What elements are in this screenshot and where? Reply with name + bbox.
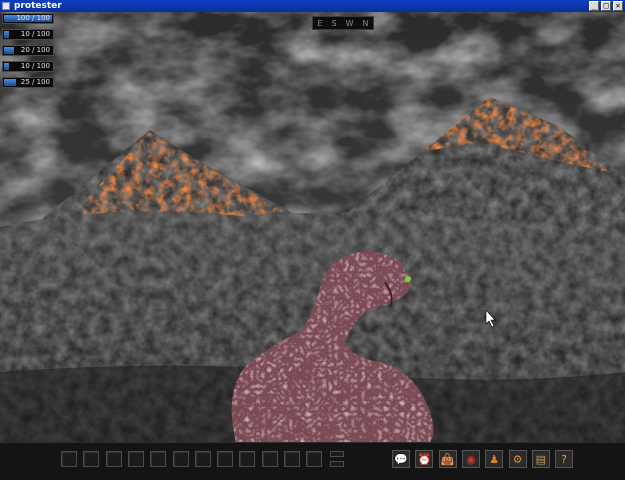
clock-icon: ⏰ (417, 452, 432, 466)
hotbar-slot[interactable] (284, 451, 300, 467)
stat-bar-2: 10 / 100 (2, 29, 54, 40)
settings-button[interactable]: ⚙ (508, 450, 527, 468)
hotbar-slot[interactable] (306, 451, 323, 467)
stat-bar-label: 10 / 100 (20, 30, 50, 38)
settings-icon: ⚙ (512, 452, 523, 466)
stat-bar-3: 20 / 100 (2, 45, 54, 56)
game-viewport[interactable] (0, 12, 625, 442)
stat-bar-label: 20 / 100 (20, 46, 50, 54)
compass-east: E (317, 18, 323, 28)
hotbar-page-up[interactable] (330, 451, 344, 457)
map-icon: ▤ (535, 452, 546, 466)
window-title: protester (14, 1, 62, 11)
hotbar-slot[interactable] (105, 451, 122, 467)
minimize-button[interactable]: _ (589, 1, 599, 11)
stat-bar-label: 100 / 100 (16, 14, 50, 22)
app-icon (2, 2, 10, 10)
compass-south: S (331, 18, 337, 28)
clock-button[interactable]: ⏰ (415, 450, 434, 468)
hotbar-slot[interactable] (127, 451, 144, 467)
stat-bar-4: 10 / 100 (2, 61, 54, 72)
chat-icon: 💬 (394, 452, 408, 466)
stat-bar-label: 25 / 100 (20, 78, 50, 86)
hotbar-slot[interactable] (61, 451, 77, 467)
compass: E S W N (312, 16, 374, 30)
help-button[interactable]: ? (555, 450, 574, 468)
hotbar-slot[interactable] (261, 451, 278, 467)
hotbar-page-down[interactable] (330, 461, 344, 467)
window-titlebar: protester _ □ ✕ (0, 0, 625, 12)
stat-bar-5: 25 / 100 (2, 77, 54, 88)
close-button[interactable]: ✕ (613, 1, 623, 11)
compass-north: N (362, 18, 369, 28)
hotbar-slot[interactable] (172, 451, 189, 467)
maximize-button[interactable]: □ (601, 1, 611, 11)
hotbar-slot[interactable] (217, 451, 234, 467)
color-wheel-icon: ◉ (466, 452, 476, 466)
map-button[interactable]: ▤ (531, 450, 550, 468)
hotbar-slot[interactable] (150, 451, 167, 467)
scene-render (0, 12, 625, 442)
hotbar-slot[interactable] (194, 451, 211, 467)
character-button[interactable]: ♟ (485, 450, 504, 468)
chat-button[interactable]: 💬 (392, 450, 410, 468)
compass-west: W (345, 18, 354, 28)
color-wheel-button[interactable]: ◉ (461, 450, 480, 468)
character-icon: ♟ (489, 452, 500, 466)
bag-button[interactable]: 👜 (438, 450, 457, 468)
hotbar-slot[interactable] (83, 451, 100, 467)
hotbar-slot[interactable] (239, 451, 256, 467)
help-icon: ? (561, 452, 568, 466)
bag-icon: 👜 (440, 452, 455, 466)
stat-bar-health: 100 / 100 (2, 13, 54, 24)
stat-bar-label: 10 / 100 (20, 62, 50, 70)
